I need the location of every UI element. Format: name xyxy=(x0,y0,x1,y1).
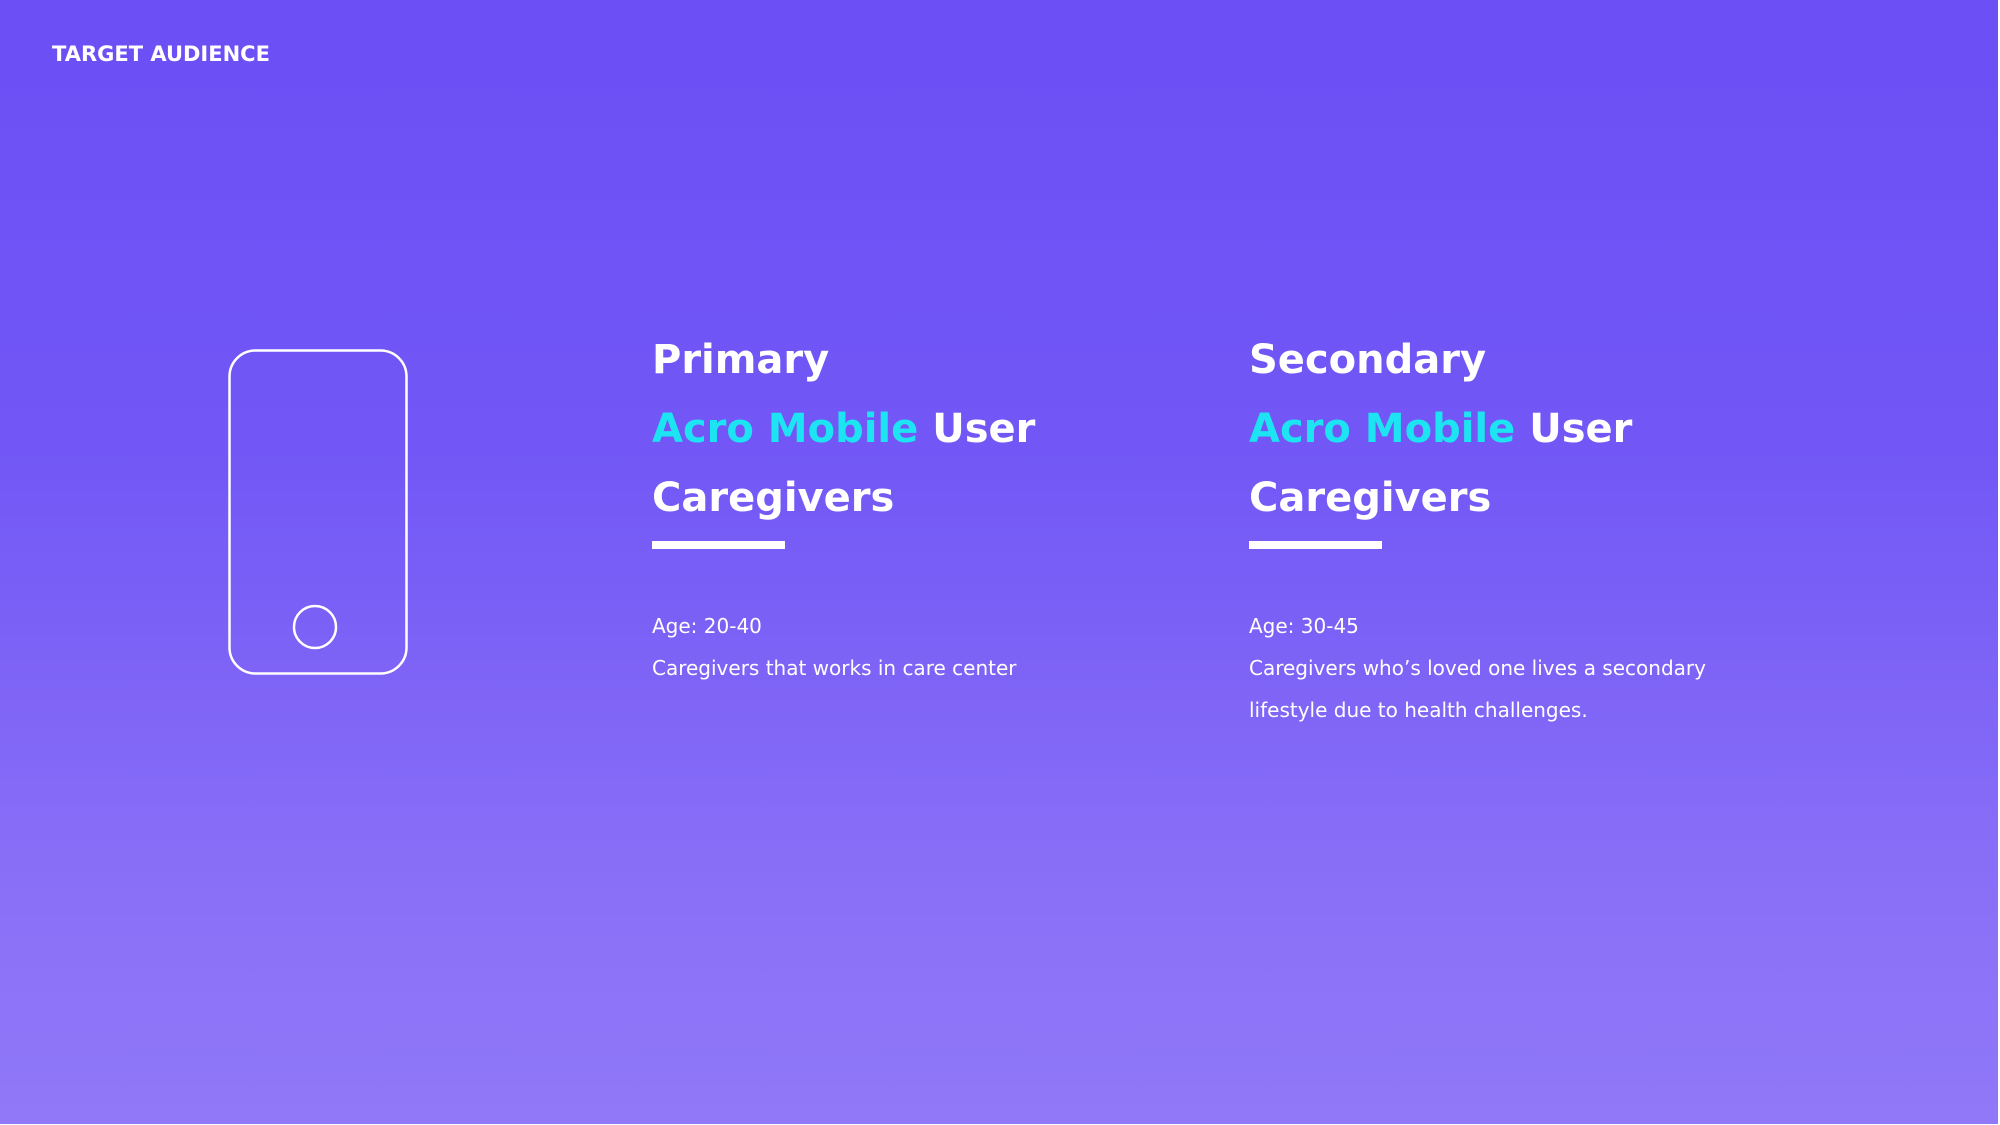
secondary-role: Caregivers xyxy=(1249,475,1492,521)
primary-audience: Primary Acro Mobile User Caregivers Age:… xyxy=(652,326,1212,689)
phone-body xyxy=(228,349,408,675)
primary-product-name: Acro Mobile xyxy=(652,406,919,452)
primary-role: Caregivers xyxy=(652,475,895,521)
primary-age: Age: 20-40 xyxy=(652,614,762,638)
secondary-divider xyxy=(1249,541,1382,549)
primary-divider xyxy=(652,541,785,549)
secondary-description-line: Caregivers who’s loved one lives a secon… xyxy=(1249,656,1706,680)
secondary-product-suffix: User xyxy=(1529,406,1633,452)
secondary-product-line: Acro Mobile User xyxy=(1249,395,1809,464)
primary-product-suffix: User xyxy=(932,406,1036,452)
secondary-description-line: lifestyle due to health challenges. xyxy=(1249,698,1588,722)
slide: TARGET AUDIENCE Primary Acro Mobile User… xyxy=(0,0,1998,1124)
smartphone-outline-icon xyxy=(228,349,408,675)
section-label: TARGET AUDIENCE xyxy=(52,42,270,66)
secondary-details: Age: 30-45 Caregivers who’s loved one li… xyxy=(1249,605,1809,731)
primary-description: Caregivers that works in care center xyxy=(652,656,1017,680)
phone-home-button xyxy=(292,604,338,650)
secondary-product-name: Acro Mobile xyxy=(1249,406,1516,452)
primary-product-line: Acro Mobile User xyxy=(652,395,1212,464)
secondary-audience: Secondary Acro Mobile User Caregivers Ag… xyxy=(1249,326,1809,731)
primary-details: Age: 20-40 Caregivers that works in care… xyxy=(652,605,1212,689)
secondary-age: Age: 30-45 xyxy=(1249,614,1359,638)
primary-title: Primary xyxy=(652,337,830,383)
secondary-title: Secondary xyxy=(1249,337,1487,383)
